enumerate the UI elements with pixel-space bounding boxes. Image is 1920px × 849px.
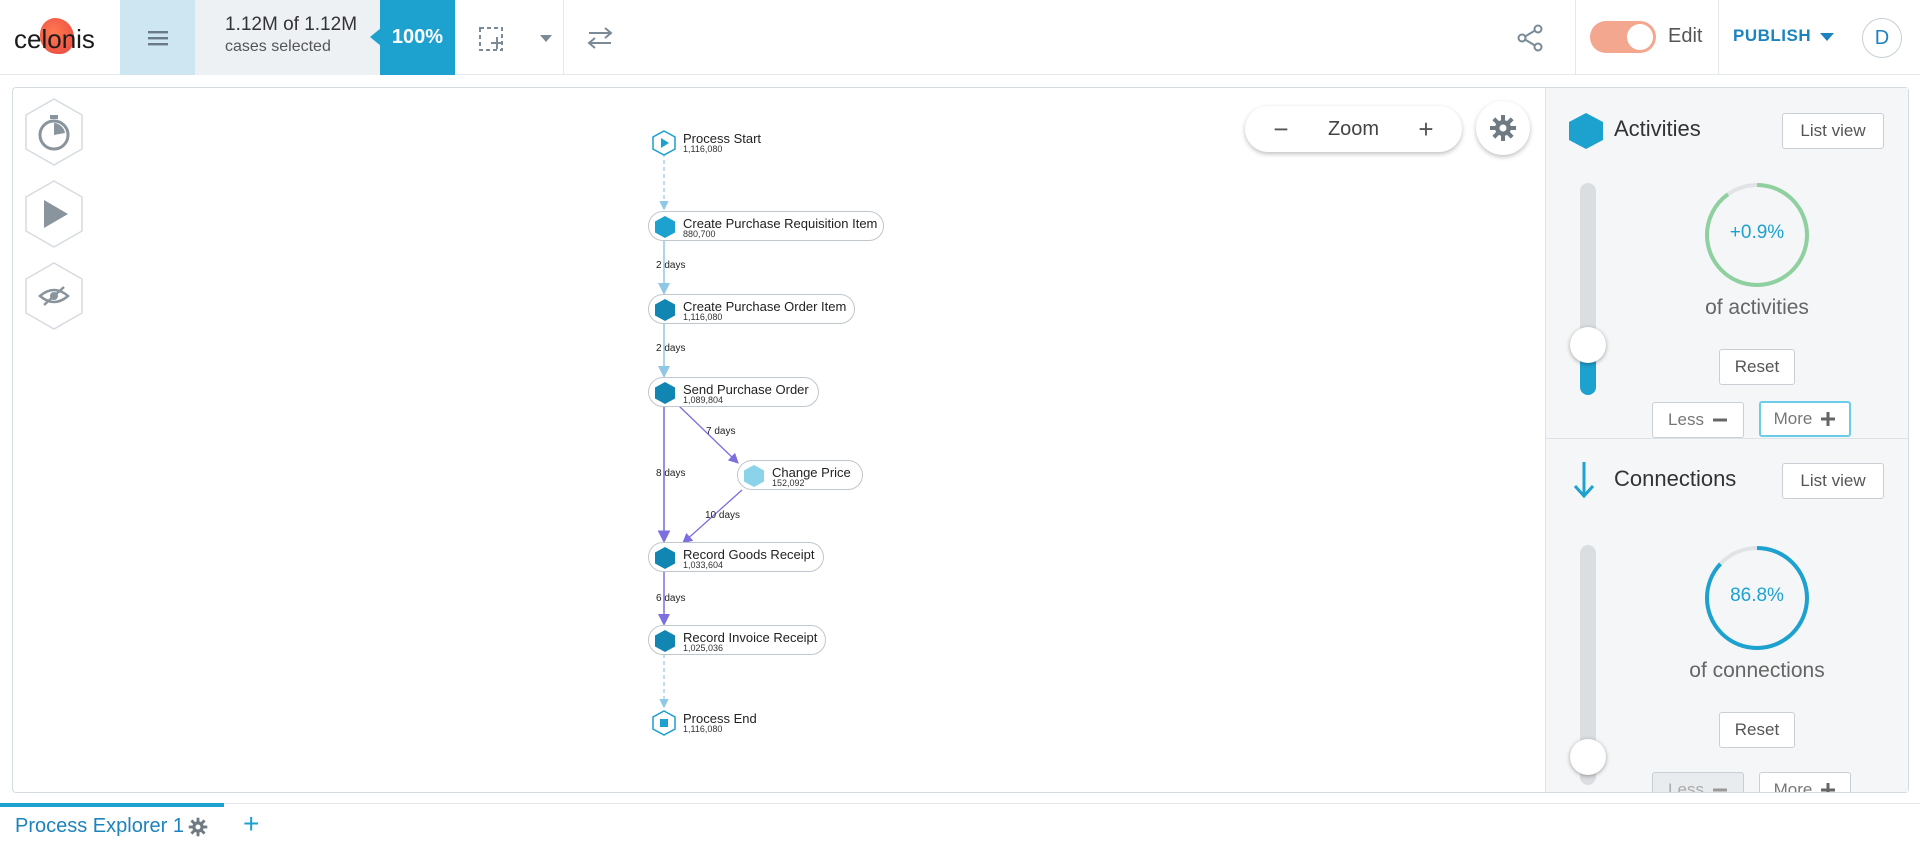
activities-caption: of activities xyxy=(1705,296,1809,319)
activities-title: Activities xyxy=(1614,116,1701,141)
play-animation-button[interactable] xyxy=(22,178,86,250)
less-label: Less xyxy=(1668,780,1704,792)
edge-duration-label: 2 days xyxy=(656,343,686,354)
activity-hex-icon xyxy=(655,630,675,652)
user-avatar[interactable]: D xyxy=(1862,18,1902,58)
celonis-logo: celonis xyxy=(14,24,95,54)
connections-more-button[interactable]: More xyxy=(1759,772,1851,792)
node-count: 1,116,080 xyxy=(683,724,723,734)
activity-node[interactable]: Record Invoice Receipt 1,025,036 xyxy=(648,625,826,655)
connections-title: Connections xyxy=(1614,466,1737,491)
select-add-icon xyxy=(479,27,503,51)
share-icon xyxy=(1517,24,1543,52)
end-icon xyxy=(652,710,676,736)
connections-list-view-button[interactable]: List view xyxy=(1782,463,1884,499)
activity-hex-icon xyxy=(655,382,675,404)
connections-less-button[interactable]: Less xyxy=(1652,772,1744,792)
zoom-in-button[interactable]: + xyxy=(1416,114,1436,145)
activity-hex-icon xyxy=(655,216,675,238)
throughput-time-button[interactable] xyxy=(22,96,86,168)
start-icon xyxy=(652,130,676,156)
canvas-settings-button[interactable] xyxy=(1476,101,1530,155)
activity-hex-icon xyxy=(655,547,675,569)
add-tab-button[interactable]: + xyxy=(243,808,259,840)
activities-hex-icon xyxy=(1569,113,1603,149)
panel-divider xyxy=(1546,438,1908,439)
process-end-node[interactable]: Process End 1,116,080 xyxy=(651,710,851,740)
activities-more-button[interactable]: More xyxy=(1759,401,1851,437)
cases-caption: cases selected xyxy=(225,38,331,55)
activity-node[interactable]: Create Purchase Requisition Item 880,700 xyxy=(648,211,884,241)
caret-down-icon xyxy=(540,35,552,42)
edge-duration-label: 8 days xyxy=(656,468,686,479)
complexity-panel: Activities List view +0.9% of activities… xyxy=(1545,88,1908,792)
hide-button[interactable] xyxy=(22,260,86,332)
activity-node[interactable]: Send Purchase Order 1,089,804 xyxy=(648,377,819,407)
toolbar-divider xyxy=(563,0,564,75)
cases-count: 1.12M of 1.12M xyxy=(225,14,358,35)
activity-node[interactable]: Create Purchase Order Item 1,116,080 xyxy=(648,294,855,324)
edge-duration-label: 2 days xyxy=(656,260,686,271)
plus-icon xyxy=(1821,783,1836,792)
edit-label: Edit xyxy=(1668,25,1703,47)
edit-mode-toggle[interactable] xyxy=(1590,21,1656,53)
connections-arrow-icon xyxy=(1573,462,1595,499)
node-count: 1,025,036 xyxy=(683,643,724,653)
toolbar-divider xyxy=(1718,0,1719,75)
activity-hex-icon xyxy=(744,465,764,487)
active-tab-indicator xyxy=(0,803,224,807)
process-graph[interactable]: Process Start 1,116,080 Create Purchase … xyxy=(620,120,920,750)
activity-node[interactable]: Record Goods Receipt 1,033,604 xyxy=(648,542,824,572)
less-label: Less xyxy=(1668,410,1704,429)
edge-duration-label: 6 days xyxy=(656,593,686,604)
connections-caption: of connections xyxy=(1689,659,1825,682)
more-label: More xyxy=(1773,780,1813,792)
edge-duration-label: 7 days xyxy=(706,426,736,437)
activities-list-view-button[interactable]: List view xyxy=(1782,113,1884,149)
hamburger-icon xyxy=(147,30,168,45)
top-bar: celonis 1.12M of 1.12M cases selected 10… xyxy=(0,0,1920,75)
menu-button[interactable] xyxy=(120,0,195,75)
selection-dropdown[interactable] xyxy=(526,18,566,58)
swap-arrows-icon xyxy=(587,27,613,49)
publish-caret-icon[interactable] xyxy=(1820,33,1834,41)
node-count: 1,089,804 xyxy=(683,395,724,405)
activity-hex-icon xyxy=(655,299,675,321)
node-count: 1,116,080 xyxy=(683,312,723,322)
activity-node[interactable]: Change Price 152,092 xyxy=(737,460,863,490)
connections-percentage: 86.8% xyxy=(1730,585,1784,606)
gear-icon xyxy=(1490,115,1516,141)
activities-reset-button[interactable]: Reset xyxy=(1719,349,1795,385)
connections-slider-handle[interactable] xyxy=(1570,739,1606,775)
share-button[interactable] xyxy=(1510,18,1550,58)
node-count: 1,116,080 xyxy=(683,144,723,154)
node-count: 152,092 xyxy=(772,478,805,488)
process-start-node[interactable]: Process Start 1,116,080 xyxy=(651,130,851,160)
minus-icon xyxy=(1712,788,1727,792)
add-selection-button[interactable] xyxy=(472,18,512,58)
case-selection-summary[interactable]: 1.12M of 1.12M cases selected xyxy=(195,0,380,75)
edge-duration-label: 10 days xyxy=(705,510,741,521)
node-count: 880,700 xyxy=(683,229,716,239)
toggle-knob xyxy=(1627,24,1653,50)
zoom-label: Zoom xyxy=(1327,117,1380,140)
node-count: 1,033,604 xyxy=(683,560,724,570)
tab-settings-gear-icon[interactable] xyxy=(188,817,208,837)
zoom-out-button[interactable]: − xyxy=(1271,114,1291,145)
publish-button[interactable]: PUBLISH xyxy=(1733,26,1811,46)
sheet-tab-bar xyxy=(0,803,1920,849)
toolbar-divider xyxy=(1575,0,1576,75)
activities-percentage: +0.9% xyxy=(1729,222,1785,243)
plus-icon xyxy=(1821,412,1836,426)
selection-percentage[interactable]: 100% xyxy=(380,0,455,75)
activities-less-button[interactable]: Less xyxy=(1652,402,1744,438)
connections-reset-button[interactable]: Reset xyxy=(1719,712,1795,748)
swap-button[interactable] xyxy=(580,18,620,58)
zoom-control: − Zoom + xyxy=(1245,106,1462,152)
activities-slider-handle[interactable] xyxy=(1570,327,1606,363)
tab-process-explorer[interactable]: Process Explorer 1 xyxy=(15,815,184,838)
more-label: More xyxy=(1773,409,1813,428)
minus-icon xyxy=(1712,418,1727,422)
